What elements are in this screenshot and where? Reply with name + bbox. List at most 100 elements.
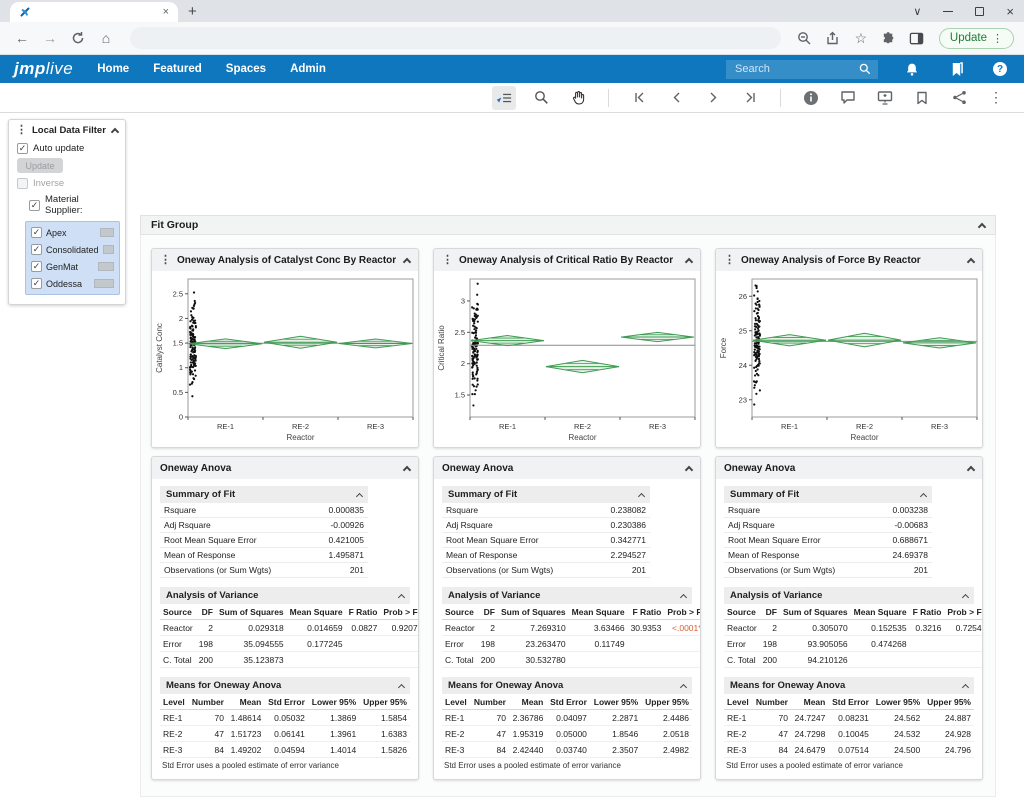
present-icon[interactable]	[873, 86, 897, 110]
anova-collapse-chevron-icon[interactable]	[403, 465, 411, 473]
means-header[interactable]: Means for Oneway Anova	[442, 677, 692, 694]
means-collapse-chevron-icon[interactable]	[680, 683, 687, 690]
filter-value-row[interactable]: ✓ GenMat	[31, 261, 114, 272]
filter-value-row[interactable]: ✓ Apex	[31, 227, 114, 238]
summary-of-fit-header[interactable]: Summary of Fit	[724, 486, 932, 503]
info-icon[interactable]	[799, 86, 823, 110]
help-icon[interactable]: ?	[990, 59, 1010, 79]
more-menu-icon[interactable]: ⋮	[984, 86, 1008, 110]
fit-group-header[interactable]: Fit Group	[140, 215, 996, 235]
notifications-bell-icon[interactable]	[902, 59, 922, 79]
oneway-analysis-header[interactable]: ⋮ Oneway Analysis of Critical Ratio By R…	[434, 249, 700, 271]
auto-update-checkbox[interactable]: ✓	[17, 143, 28, 154]
tab-search-chevron-icon[interactable]: ∨	[913, 5, 921, 18]
value-checkbox[interactable]: ✓	[31, 244, 42, 255]
browser-tab[interactable]: ×	[10, 2, 178, 22]
zoom-out-page-icon[interactable]	[793, 26, 817, 50]
extensions-puzzle-icon[interactable]	[877, 26, 901, 50]
summary-collapse-chevron-icon[interactable]	[356, 492, 363, 499]
aov-collapse-chevron-icon[interactable]	[962, 593, 969, 600]
filter-menu-dots-icon[interactable]: ⋮	[16, 125, 27, 136]
zoom-tool-icon[interactable]	[529, 86, 553, 110]
table-row: Error19823.2634700.11749	[442, 636, 701, 652]
share-network-icon[interactable]	[947, 86, 971, 110]
filter-value-row[interactable]: ✓ Oddessa	[31, 278, 114, 289]
previous-page-icon[interactable]	[664, 86, 688, 110]
nav-item-home[interactable]: Home	[97, 63, 129, 75]
analysis-of-variance-header[interactable]: Analysis of Variance	[724, 587, 974, 604]
update-menu-dots-icon[interactable]: ⋮	[992, 32, 1003, 45]
forward-icon[interactable]: →	[38, 26, 62, 50]
summary-collapse-chevron-icon[interactable]	[920, 492, 927, 499]
share-icon[interactable]	[821, 26, 845, 50]
jmp-live-logo[interactable]: jmplive	[14, 59, 73, 79]
search-box[interactable]	[726, 60, 878, 79]
aov-collapse-chevron-icon[interactable]	[398, 593, 405, 600]
nav-item-admin[interactable]: Admin	[290, 63, 326, 75]
svg-text:0: 0	[179, 413, 183, 422]
aov-collapse-chevron-icon[interactable]	[680, 593, 687, 600]
value-checkbox[interactable]: ✓	[31, 227, 42, 238]
chrome-update-button[interactable]: Update ⋮	[939, 28, 1014, 49]
oneway-plot[interactable]: 00.511.522.5Catalyst ConcRE-1RE-2RE-3Rea…	[152, 271, 419, 447]
filter-header[interactable]: ⋮ Local Data Filter	[9, 120, 125, 140]
oneway-plot[interactable]: 1.522.53Critical RatioRE-1RE-2RE-3Reacto…	[434, 271, 701, 447]
anova-collapse-chevron-icon[interactable]	[685, 465, 693, 473]
analysis-of-variance-header[interactable]: Analysis of Variance	[160, 587, 410, 604]
back-icon[interactable]: ←	[10, 26, 34, 50]
grab-hand-icon[interactable]	[566, 86, 590, 110]
analysis-of-variance-block: Analysis of Variance SourceDFSum of Squa…	[160, 587, 410, 668]
next-page-icon[interactable]	[701, 86, 725, 110]
nav-item-featured[interactable]: Featured	[153, 63, 202, 75]
panel-collapse-chevron-icon[interactable]	[403, 257, 411, 265]
oneway-analysis-header[interactable]: ⋮ Oneway Analysis of Catalyst Conc By Re…	[152, 249, 418, 271]
side-panel-icon[interactable]	[905, 26, 929, 50]
bookmarks-icon[interactable]	[946, 59, 966, 79]
oneway-plot[interactable]: 23242526ForceRE-1RE-2RE-3Reactor	[716, 271, 983, 447]
address-bar[interactable]	[130, 27, 781, 49]
panel-menu-dots-icon[interactable]: ⋮	[160, 255, 171, 266]
panel-collapse-chevron-icon[interactable]	[967, 257, 975, 265]
means-header[interactable]: Means for Oneway Anova	[160, 677, 410, 694]
means-header[interactable]: Means for Oneway Anova	[724, 677, 974, 694]
material-supplier-checkbox[interactable]: ✓	[29, 200, 40, 211]
inverse-checkbox[interactable]	[17, 178, 28, 189]
anova-collapse-chevron-icon[interactable]	[967, 465, 975, 473]
tab-close-icon[interactable]: ×	[163, 7, 169, 18]
value-checkbox[interactable]: ✓	[31, 278, 42, 289]
summary-collapse-chevron-icon[interactable]	[638, 492, 645, 499]
panel-collapse-chevron-icon[interactable]	[685, 257, 693, 265]
panel-menu-dots-icon[interactable]: ⋮	[442, 255, 453, 266]
summary-of-fit-header[interactable]: Summary of Fit	[442, 486, 650, 503]
filter-update-button[interactable]: Update	[17, 158, 63, 173]
value-checkbox[interactable]: ✓	[31, 261, 42, 272]
bookmark-outline-icon[interactable]	[910, 86, 934, 110]
comments-icon[interactable]	[836, 86, 860, 110]
minimize-icon[interactable]	[943, 11, 953, 12]
oneway-anova-header[interactable]: Oneway Anova	[152, 457, 418, 479]
window-close-icon[interactable]: ×	[1006, 4, 1014, 19]
summary-of-fit-header[interactable]: Summary of Fit	[160, 486, 368, 503]
means-collapse-chevron-icon[interactable]	[398, 683, 405, 690]
filter-value-row[interactable]: ✓ Consolidated	[31, 244, 114, 255]
bookmark-star-icon[interactable]: ☆	[849, 26, 873, 50]
means-collapse-chevron-icon[interactable]	[962, 683, 969, 690]
filter-collapse-chevron-icon[interactable]	[111, 128, 119, 136]
selection-tool-icon[interactable]	[492, 86, 516, 110]
new-tab-button[interactable]: +	[188, 4, 197, 19]
oneway-analysis-header[interactable]: ⋮ Oneway Analysis of Force By Reactor	[716, 249, 982, 271]
means-table: LevelNumberMeanStd ErrorLower 95%Upper 9…	[724, 694, 974, 758]
nav-item-spaces[interactable]: Spaces	[226, 63, 266, 75]
oneway-anova-header[interactable]: Oneway Anova	[434, 457, 700, 479]
home-icon[interactable]: ⌂	[94, 26, 118, 50]
search-icon[interactable]	[859, 63, 871, 75]
first-page-icon[interactable]	[627, 86, 651, 110]
oneway-anova-header[interactable]: Oneway Anova	[716, 457, 982, 479]
panel-menu-dots-icon[interactable]: ⋮	[724, 255, 735, 266]
last-page-icon[interactable]	[738, 86, 762, 110]
fit-group-collapse-chevron-icon[interactable]	[978, 222, 986, 230]
restore-icon[interactable]	[975, 7, 984, 16]
reload-icon[interactable]	[66, 26, 90, 50]
search-input[interactable]	[733, 62, 854, 76]
analysis-of-variance-header[interactable]: Analysis of Variance	[442, 587, 692, 604]
